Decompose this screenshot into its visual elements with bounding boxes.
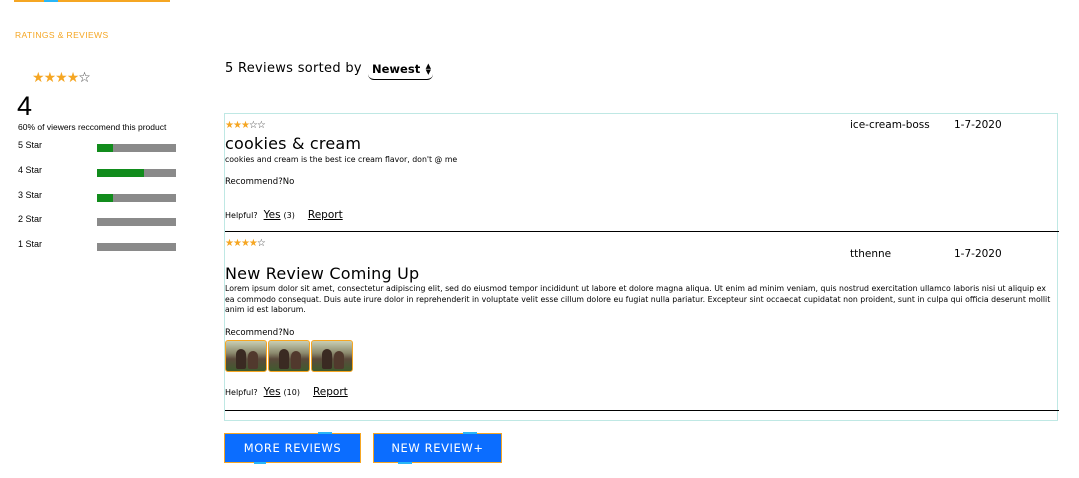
- reviewer-name: tthenne: [850, 248, 892, 260]
- review-star-rating: ★★★★☆: [225, 238, 266, 249]
- helpful-label: Helpful?: [225, 211, 258, 220]
- photo-figure: [291, 351, 301, 369]
- review-photos: [225, 340, 365, 372]
- rating-bar-fill: [97, 169, 145, 177]
- recommend-percentage: 60% of viewers reccomend this product: [18, 122, 167, 132]
- report-link[interactable]: Report: [308, 209, 343, 221]
- star-outline-icon: ☆: [78, 70, 91, 86]
- button-accent-tick: [463, 432, 477, 434]
- rating-bar: [97, 169, 176, 177]
- review-date: 1-7-2020: [954, 248, 1002, 260]
- rating-bar: [97, 194, 176, 202]
- helpful-yes-link[interactable]: Yes: [264, 386, 281, 398]
- star-icon: ★: [240, 120, 250, 131]
- rating-bar: [97, 243, 176, 251]
- star-outline-icon: ☆: [256, 120, 266, 131]
- photo-figure: [334, 351, 344, 369]
- button-accent-tick: [254, 462, 266, 464]
- breakdown-label: 4 Star: [18, 165, 43, 175]
- star-icon: ★: [248, 238, 258, 249]
- section-title: RATINGS & REVIEWS: [15, 30, 109, 40]
- rating-bar: [97, 144, 176, 152]
- review-divider: [225, 410, 1059, 411]
- helpful-count: (3): [283, 211, 295, 220]
- review-recommend: Recommend?No: [225, 328, 295, 338]
- rating-breakdown-row[interactable]: 4 Star: [18, 165, 178, 179]
- star-outline-icon: ☆: [248, 120, 258, 131]
- helpful-row: Helpful? Yes (3) Report: [225, 209, 343, 221]
- star-icon: ★: [232, 238, 242, 249]
- review-body: cookies and cream is the best ice cream …: [225, 155, 458, 164]
- breakdown-label: 3 Star: [18, 190, 43, 200]
- photo-figure: [322, 349, 332, 369]
- reviewer-name: ice-cream-boss: [850, 119, 930, 131]
- summary-star-rating: ★★★★☆: [32, 70, 91, 86]
- rating-breakdown-row[interactable]: 1 Star: [18, 239, 178, 253]
- rating-breakdown-row[interactable]: 5 Star: [18, 140, 178, 154]
- button-accent-tick: [318, 432, 332, 434]
- average-rating: 4: [17, 91, 33, 121]
- review-photo-thumbnail[interactable]: [225, 340, 267, 372]
- review-body: Lorem ipsum dolor sit amet, consectetur …: [225, 284, 1051, 314]
- review-photo-thumbnail[interactable]: [311, 340, 353, 372]
- star-icon: ★: [66, 70, 80, 86]
- review-tile: ★★★☆☆ ice-cream-boss 1-7-2020 cookies & …: [225, 114, 1059, 232]
- star-icon: ★: [225, 120, 234, 131]
- button-accent-tick: [398, 462, 412, 464]
- helpful-yes-link[interactable]: Yes: [264, 209, 281, 221]
- star-icon: ★: [55, 70, 68, 86]
- top-accent-dot: [44, 0, 58, 2]
- photo-figure: [279, 349, 289, 369]
- star-outline-icon: ☆: [256, 238, 266, 249]
- rating-breakdown-row[interactable]: 2 Star: [18, 214, 178, 228]
- photo-figure: [236, 349, 246, 369]
- breakdown-label: 2 Star: [18, 214, 43, 224]
- review-recommend: Recommend?No: [225, 177, 295, 187]
- sort-select[interactable]: Newest ▲ ▼: [368, 61, 433, 80]
- sort-select-value: Newest: [372, 62, 421, 76]
- review-star-rating: ★★★☆☆: [225, 120, 266, 131]
- new-review-button[interactable]: NEW REVIEW+: [373, 433, 502, 463]
- sort-arrows-icon: ▲ ▼: [425, 62, 431, 76]
- rating-bar: [97, 218, 176, 226]
- more-reviews-button[interactable]: MORE REVIEWS: [224, 433, 361, 463]
- review-summary: cookies & cream: [225, 134, 362, 153]
- reviews-count-heading: 5 Reviews sorted by: [225, 61, 362, 76]
- helpful-count: (10): [283, 388, 300, 397]
- rating-breakdown-row[interactable]: 3 Star: [18, 190, 178, 204]
- star-icon: ★: [232, 120, 242, 131]
- breakdown-label: 5 Star: [18, 140, 43, 150]
- report-link[interactable]: Report: [313, 386, 348, 398]
- helpful-label: Helpful?: [225, 388, 258, 397]
- review-summary: New Review Coming Up: [225, 264, 420, 283]
- top-accent-bar: [14, 0, 170, 2]
- rating-bar-fill: [97, 194, 113, 202]
- review-photo-thumbnail[interactable]: [268, 340, 310, 372]
- helpful-row: Helpful? Yes (10) Report: [225, 386, 348, 398]
- star-icon: ★: [32, 70, 45, 86]
- star-icon: ★: [225, 238, 234, 249]
- photo-figure: [248, 351, 258, 369]
- rating-bar-fill: [97, 144, 113, 152]
- review-date: 1-7-2020: [954, 119, 1002, 131]
- review-list[interactable]: ★★★☆☆ ice-cream-boss 1-7-2020 cookies & …: [224, 113, 1059, 421]
- star-icon: ★: [240, 238, 250, 249]
- breakdown-label: 1 Star: [18, 239, 43, 249]
- review-tile: ★★★★☆ tthenne 1-7-2020 New Review Coming…: [225, 232, 1059, 412]
- star-icon: ★: [43, 70, 57, 86]
